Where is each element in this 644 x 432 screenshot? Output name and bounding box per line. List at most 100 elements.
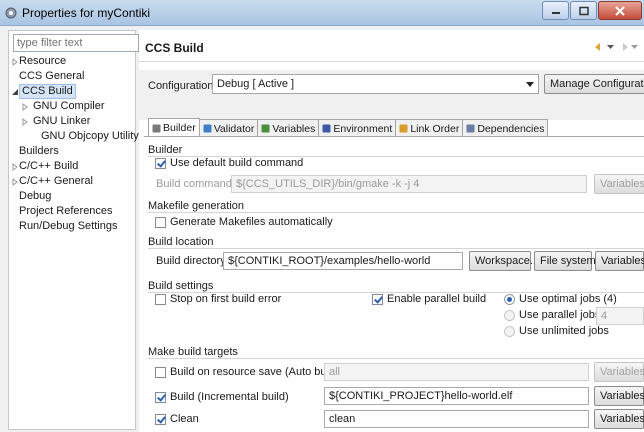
tree-item-label: GNU Objcopy Utility | xyxy=(41,130,145,142)
workspace-button[interactable]: Workspace... xyxy=(469,251,539,271)
close-button[interactable] xyxy=(598,1,642,20)
section-divider xyxy=(148,212,644,213)
maximize-button[interactable] xyxy=(570,1,597,20)
tree-item[interactable]: Debug xyxy=(9,190,137,205)
tree-item[interactable]: Builders xyxy=(9,145,137,160)
auto-build-target-field[interactable]: all xyxy=(324,363,589,381)
incremental-build-label: Build (Incremental build) xyxy=(170,391,289,403)
collapsed-twisty-icon[interactable] xyxy=(21,102,29,112)
forward-arrow-icon[interactable] xyxy=(619,42,628,51)
clean-label: Clean xyxy=(170,413,199,425)
use-default-build-command-label: Use default build command xyxy=(170,157,304,169)
tree-item[interactable]: Resource xyxy=(9,55,137,70)
tree-item[interactable]: GNU Compiler xyxy=(9,100,137,115)
title-separator xyxy=(139,61,644,62)
filter-input[interactable] xyxy=(13,34,139,52)
link-order-icon xyxy=(399,124,408,133)
variables-icon xyxy=(261,124,270,133)
tab-bar: Builder Validator Variables Environment Link… xyxy=(148,118,549,136)
incremental-build-target-field[interactable]: ${CONTIKI_PROJECT}hello-world.elf xyxy=(324,387,589,405)
parallel-jobs-label: Use parallel jobs: xyxy=(519,309,604,321)
collapsed-twisty-icon[interactable] xyxy=(11,57,19,67)
property-tree-pane: Resource CCS General CCS BuildGNU Compiler… xyxy=(8,30,145,430)
use-default-build-command-checkbox[interactable] xyxy=(155,158,166,169)
maximize-icon xyxy=(578,6,589,15)
tree-item-label: Resource xyxy=(19,55,67,67)
auto-build-checkbox[interactable] xyxy=(155,367,166,378)
tree-item[interactable]: GNU Linker xyxy=(9,115,137,130)
optimal-jobs-label: Use optimal jobs (4) xyxy=(519,293,617,305)
enable-parallel-build-checkbox[interactable] xyxy=(372,294,383,305)
builder-icon xyxy=(152,124,161,133)
enable-parallel-build-label: Enable parallel build xyxy=(387,293,487,305)
expanded-twisty-icon[interactable] xyxy=(11,87,19,97)
window-titlebar: Properties for myContiki xyxy=(0,0,644,26)
tree-item[interactable]: Project References xyxy=(9,205,137,220)
tab-label: Link Order xyxy=(410,122,460,135)
build-command-field[interactable]: ${CCS_UTILS_DIR}/bin/gmake -k -j 4 xyxy=(231,175,587,193)
tree-item-label: Project References xyxy=(19,205,113,217)
tab-environment[interactable]: Environment xyxy=(318,119,397,136)
tab-variables[interactable]: Variables xyxy=(257,119,320,136)
section-divider xyxy=(148,358,644,359)
page-title: CCS Build xyxy=(145,41,204,55)
tree-item-label: GNU Linker xyxy=(33,115,91,127)
forward-menu-icon[interactable] xyxy=(631,42,640,50)
tree-item-label: Debug xyxy=(19,190,52,202)
dependencies-icon xyxy=(466,124,475,133)
stop-on-first-error-checkbox[interactable] xyxy=(155,294,166,305)
chevron-down-icon xyxy=(526,82,534,87)
back-menu-icon[interactable] xyxy=(607,42,616,50)
tree-item-label: Run/Debug Settings xyxy=(19,220,118,232)
configuration-label: Configuration: xyxy=(148,80,217,92)
incremental-build-checkbox[interactable] xyxy=(155,392,166,403)
make-targets-section-title: Make build targets xyxy=(148,346,238,358)
optimal-jobs-radio[interactable] xyxy=(504,294,515,305)
tree-item[interactable]: C/C++ Build xyxy=(9,160,137,175)
collapsed-twisty-icon[interactable] xyxy=(21,117,29,127)
parallel-jobs-field[interactable]: 4 xyxy=(596,307,644,325)
tab-builder[interactable]: Builder xyxy=(148,118,200,136)
collapsed-twisty-icon[interactable] xyxy=(11,177,19,187)
page-navigation xyxy=(595,42,640,51)
makefile-section-title: Makefile generation xyxy=(148,200,245,212)
tab-label: Environment xyxy=(333,122,393,135)
back-arrow-icon[interactable] xyxy=(595,42,604,51)
clean-target-field[interactable]: clean xyxy=(324,410,589,428)
tab-label: Variables xyxy=(272,122,316,135)
tab-link-order[interactable]: Link Order xyxy=(395,119,464,136)
collapsed-twisty-icon[interactable] xyxy=(11,162,19,172)
unlimited-jobs-radio[interactable] xyxy=(504,326,515,337)
tab-validator[interactable]: Validator xyxy=(198,119,259,136)
manage-configurations-button[interactable]: Manage Configurations xyxy=(544,74,644,94)
property-tree: Resource CCS General CCS Build GNU Compiler… xyxy=(9,55,145,235)
build-directory-field[interactable]: ${CONTIKI_ROOT}/examples/hello-world xyxy=(223,252,463,270)
tree-item[interactable]: Run/Debug Settings xyxy=(9,220,137,235)
generate-makefiles-label: Generate Makefiles automatically xyxy=(170,216,333,228)
parallel-jobs-radio[interactable] xyxy=(504,310,515,321)
tab-dependencies[interactable]: Dependencies xyxy=(462,119,549,136)
file-system-button[interactable]: File system... xyxy=(534,251,605,271)
configuration-value: Debug [ Active ] xyxy=(217,78,295,90)
build-settings-section-title: Build settings xyxy=(148,280,214,292)
build-command-label: Build command: xyxy=(156,178,235,190)
tree-item-label: C/C++ Build xyxy=(19,160,79,172)
window-title: Properties for myContiki xyxy=(22,6,151,20)
tree-item[interactable]: CCS Build xyxy=(9,84,137,100)
tab-label: Dependencies xyxy=(477,122,545,135)
stop-on-first-error-label: Stop on first build error xyxy=(170,293,282,305)
configuration-select[interactable]: Debug [ Active ] xyxy=(212,74,539,94)
clean-variables-button[interactable]: Variables... xyxy=(594,409,644,429)
minimize-button[interactable] xyxy=(542,1,569,20)
generate-makefiles-checkbox[interactable] xyxy=(155,217,166,228)
incremental-build-variables-button[interactable]: Variables... xyxy=(594,386,644,406)
build-directory-variables-button[interactable]: Variables... xyxy=(595,251,644,271)
tree-item[interactable]: C/C++ General xyxy=(9,175,137,190)
tree-item-label: GNU Compiler xyxy=(33,100,105,112)
tree-item[interactable]: GNU Objcopy Utility | xyxy=(9,130,145,145)
auto-build-variables-button[interactable]: Variables... xyxy=(594,362,644,382)
build-command-variables-button[interactable]: Variables... xyxy=(594,174,644,194)
tree-item[interactable]: CCS General xyxy=(9,70,137,85)
tree-item-label: Builders xyxy=(19,145,59,157)
clean-checkbox[interactable] xyxy=(155,414,166,425)
